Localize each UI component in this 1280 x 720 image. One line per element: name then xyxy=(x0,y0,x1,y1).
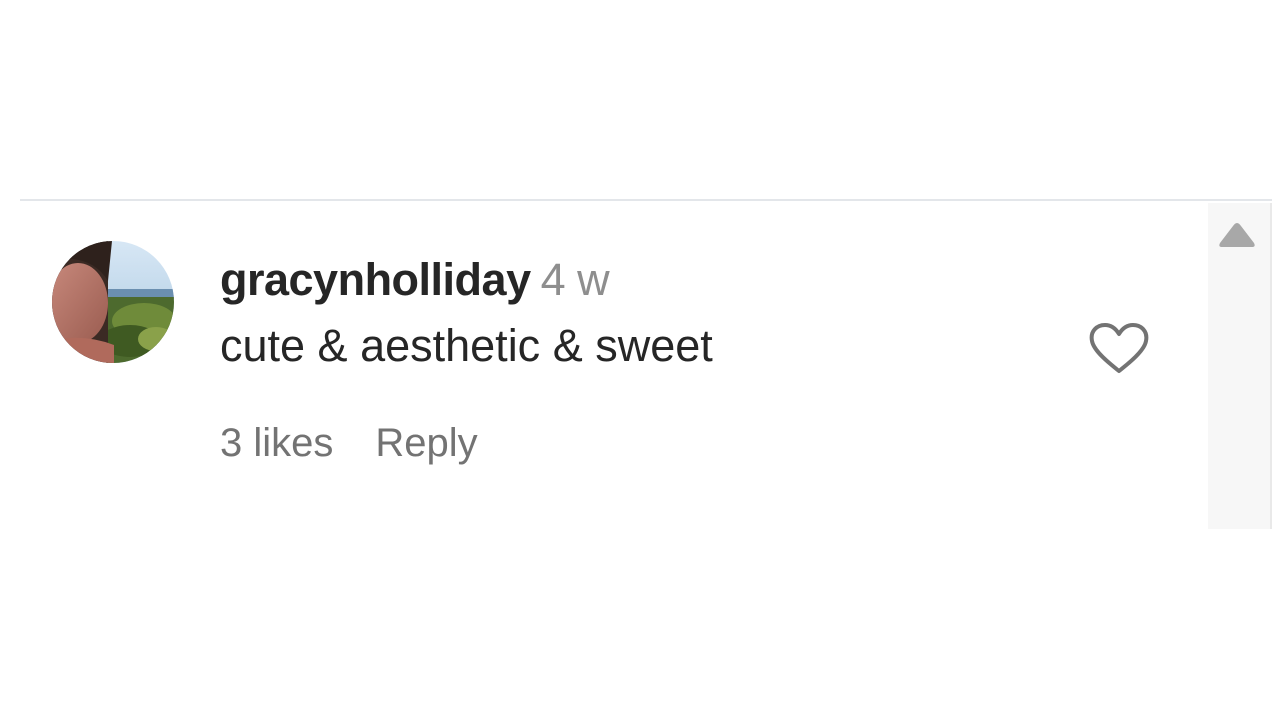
comment-header: gracynholliday 4 w xyxy=(220,251,1040,309)
scroll-up-arrow-icon[interactable] xyxy=(1217,219,1257,251)
likes-count[interactable]: 3 likes xyxy=(220,421,333,465)
comment-actions: 3 likes Reply xyxy=(220,415,478,471)
avatar-photo xyxy=(52,241,174,363)
comment-panel: gracynholliday 4 w cute & aesthetic & swe… xyxy=(20,199,1272,529)
username-link[interactable]: gracynholliday xyxy=(220,254,531,305)
page-root: gracynholliday 4 w cute & aesthetic & swe… xyxy=(0,0,1280,720)
comment-body: gracynholliday 4 w cute & aesthetic & swe… xyxy=(220,251,1040,375)
heart-icon[interactable] xyxy=(1088,321,1150,377)
avatar[interactable] xyxy=(52,241,174,363)
scrollbar[interactable] xyxy=(1208,203,1272,529)
reply-button[interactable]: Reply xyxy=(375,421,477,465)
comment-text: cute & aesthetic & sweet xyxy=(220,320,713,371)
timestamp[interactable]: 4 w xyxy=(541,254,610,305)
